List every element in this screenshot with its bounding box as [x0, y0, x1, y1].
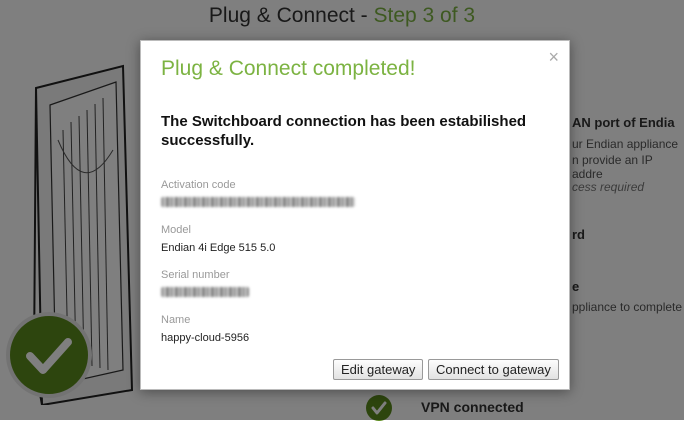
activation-code-value-obscured: [161, 197, 355, 207]
name-label: Name: [161, 314, 191, 326]
connect-to-gateway-button[interactable]: Connect to gateway: [428, 359, 559, 380]
model-value: Endian 4i Edge 515 5.0: [161, 242, 276, 254]
completion-dialog: × Plug & Connect completed! The Switchbo…: [140, 40, 570, 390]
dialog-message: The Switchboard connection has been esta…: [161, 113, 527, 149]
close-icon[interactable]: ×: [548, 47, 559, 68]
name-value: happy-cloud-5956: [161, 332, 250, 344]
model-label: Model: [161, 224, 191, 236]
dialog-title: Plug & Connect completed!: [161, 57, 416, 80]
serial-number-label: Serial number: [161, 269, 230, 281]
serial-number-value-obscured: [161, 287, 249, 297]
activation-code-label: Activation code: [161, 179, 236, 191]
edit-gateway-button[interactable]: Edit gateway: [333, 359, 424, 380]
